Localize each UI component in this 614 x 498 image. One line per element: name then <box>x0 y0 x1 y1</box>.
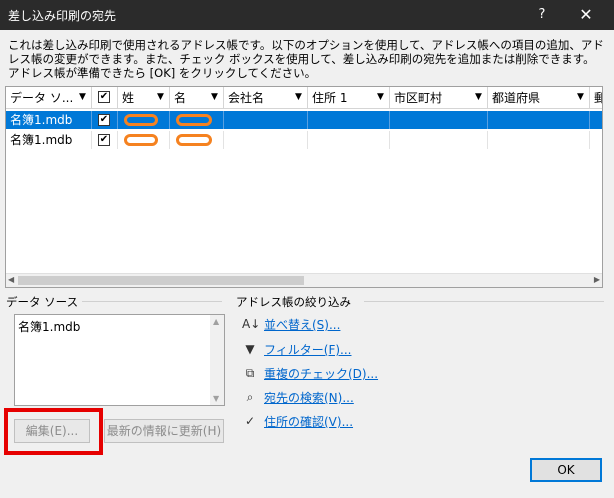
duplicate-icon: ⧉ <box>245 366 255 380</box>
column-header-firstname[interactable]: 名 ▼ <box>170 87 224 109</box>
column-header-company[interactable]: 会社名 ▼ <box>224 87 308 109</box>
window-title: 差し込み印刷の宛先 <box>8 9 117 23</box>
chevron-down-icon[interactable]: ▼ <box>577 93 586 102</box>
row-company <box>224 111 308 129</box>
column-header-prefecture[interactable]: 都道府県 ▼ <box>488 87 590 109</box>
horizontal-scrollbar[interactable]: ◀ ▶ <box>6 273 602 287</box>
chevron-down-icon[interactable]: ▼ <box>475 93 484 102</box>
chevron-down-icon[interactable]: ▼ <box>79 93 88 102</box>
column-header-address1[interactable]: 住所 1 ▼ <box>308 87 390 109</box>
grid-header: データ ソ... ▼ ✔ 姓 ▼ 名 ▼ 会社名 ▼ 住所 1 ▼ 市区町村 ▼ 都道府県 ▼… <box>6 87 602 109</box>
row-checkbox[interactable]: ✔ <box>98 114 110 126</box>
refresh-button[interactable]: 最新の情報に更新(H) <box>104 419 224 443</box>
datasource-group-label: データ ソース <box>6 295 79 309</box>
title-bar: 差し込み印刷の宛先 ? ✕ <box>0 0 614 30</box>
filter-group-label: アドレス帳の絞り込み <box>236 295 351 309</box>
ok-button[interactable]: OK <box>530 458 602 482</box>
chevron-down-icon[interactable]: ▼ <box>211 93 220 102</box>
filter-icon: ▼ <box>245 342 255 356</box>
row-source: 名簿1.mdb <box>6 131 92 149</box>
scroll-left-icon[interactable]: ◀ <box>8 275 14 284</box>
table-row[interactable]: 名簿1.mdb ✔ <box>6 111 602 129</box>
row-city <box>390 111 488 129</box>
divider <box>82 301 222 302</box>
redacted-mark <box>124 114 158 126</box>
chevron-down-icon[interactable]: ▼ <box>377 93 386 102</box>
column-header-city[interactable]: 市区町村 ▼ <box>390 87 488 109</box>
column-header-postal[interactable]: 郵 <box>590 87 602 109</box>
recipient-grid[interactable]: データ ソ... ▼ ✔ 姓 ▼ 名 ▼ 会社名 ▼ 住所 1 ▼ 市区町村 ▼ 都道府県 ▼… <box>5 86 603 288</box>
scroll-right-icon[interactable]: ▶ <box>594 275 600 284</box>
scrollbar-thumb[interactable] <box>18 276 304 285</box>
datasource-list[interactable]: 名簿1.mdb ▲ ▼ <box>14 314 225 406</box>
row-company <box>224 131 308 149</box>
row-address1 <box>308 131 390 149</box>
scroll-down-icon[interactable]: ▼ <box>213 394 219 403</box>
row-prefecture <box>488 111 590 129</box>
chevron-down-icon[interactable]: ▼ <box>295 93 304 102</box>
select-all-checkbox[interactable]: ✔ <box>98 91 110 103</box>
scroll-up-icon[interactable]: ▲ <box>213 317 219 326</box>
vertical-scrollbar[interactable]: ▲ ▼ <box>210 315 224 405</box>
list-item[interactable]: 名簿1.mdb <box>18 318 80 335</box>
highlight-box <box>4 408 103 455</box>
help-button[interactable]: ? <box>524 0 560 30</box>
address-check-icon: ✓ <box>244 414 256 428</box>
redacted-mark <box>176 114 212 126</box>
chevron-down-icon[interactable]: ▼ <box>157 93 166 102</box>
column-header-lastname[interactable]: 姓 ▼ <box>118 87 170 109</box>
row-address1 <box>308 111 390 129</box>
table-row[interactable]: 名簿1.mdb ✔ <box>6 131 602 149</box>
column-header-datasource[interactable]: データ ソ... ▼ <box>6 87 92 109</box>
divider <box>364 301 604 302</box>
row-checkbox[interactable]: ✔ <box>98 134 110 146</box>
row-source: 名簿1.mdb <box>6 111 92 129</box>
background-strip <box>0 488 614 498</box>
redacted-mark <box>124 134 158 146</box>
search-icon: ⌕ <box>246 390 254 404</box>
description-text: これは差し込み印刷で使用されるアドレス帳です。以下のオプションを使用して、アドレ… <box>8 38 604 80</box>
column-header-check[interactable]: ✔ <box>92 87 118 109</box>
redacted-mark <box>176 134 212 146</box>
sort-az-icon: A↓ <box>242 317 261 331</box>
row-prefecture <box>488 131 590 149</box>
close-button[interactable]: ✕ <box>566 0 606 30</box>
row-city <box>390 131 488 149</box>
